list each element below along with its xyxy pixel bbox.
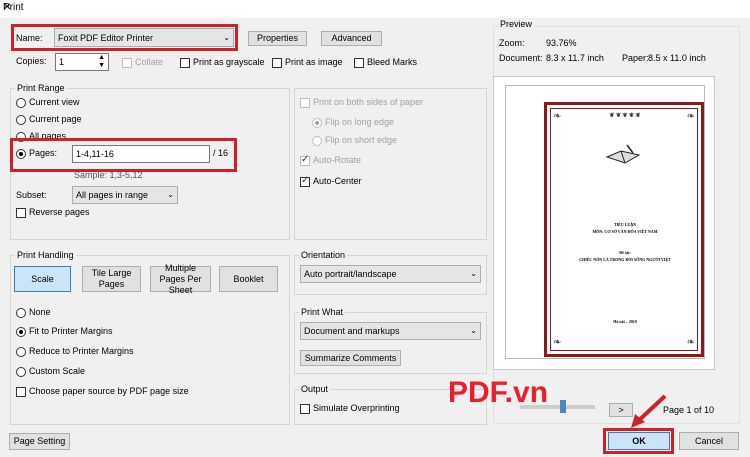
pages-sample: Sample: 1,3-5,12 <box>74 170 143 180</box>
grayscale-label: Print as grayscale <box>193 57 265 67</box>
page-slider-thumb[interactable] <box>560 400 566 413</box>
zoom-label: Zoom: <box>499 38 525 48</box>
print-what-title: Print What <box>299 307 346 317</box>
simulate-overprinting-checkbox[interactable] <box>300 404 310 414</box>
doc-line-2: MÔN: CƠ SỞ VĂN HÓA VIỆT NAM <box>592 229 658 234</box>
fit-margins-radio[interactable] <box>16 327 26 337</box>
properties-button[interactable]: Properties <box>248 31 307 46</box>
current-view-label: Current view <box>29 97 80 107</box>
orientation-select[interactable]: Auto portrait/landscape ⌄ <box>300 265 481 283</box>
orientation-select-value: Auto portrait/landscape <box>304 269 397 279</box>
long-edge-radio[interactable] <box>312 118 322 128</box>
current-view-radio[interactable] <box>16 98 26 108</box>
subset-select-value: All pages in range <box>76 190 149 200</box>
paper-source-checkbox[interactable] <box>16 387 26 397</box>
subset-select[interactable]: All pages in range ⌄ <box>72 186 178 204</box>
scale-button[interactable]: Scale <box>14 266 71 292</box>
book-illustration <box>603 139 643 169</box>
long-edge-label: Flip on long edge <box>325 117 395 127</box>
grayscale-checkbox[interactable] <box>180 58 190 68</box>
copies-value: 1 <box>59 57 65 67</box>
current-page-label: Current page <box>29 114 82 124</box>
title-bar: Print ✕ <box>0 0 750 18</box>
bleed-marks-label: Bleed Marks <box>367 57 418 67</box>
document-inner-border: ❦ ❦ ❦ ❦ ❦ TIỂU LUẬN MÔN: CƠ SỞ VĂN HÓA V… <box>550 108 698 351</box>
subset-label: Subset: <box>16 190 47 200</box>
bleed-marks-checkbox[interactable] <box>354 58 364 68</box>
paper-size-value: 8.5 x 11.0 inch <box>648 53 706 63</box>
auto-rotate-checkbox[interactable] <box>300 154 310 166</box>
watermark: PDF.vn <box>448 376 549 409</box>
highlight-pages <box>10 138 237 172</box>
chevron-down-icon: ⌄ <box>167 190 174 200</box>
summarize-comments-button[interactable]: Summarize Comments <box>300 350 401 366</box>
spinner-icon[interactable]: ▲ ▼ <box>98 54 105 70</box>
document-size-value: 8.3 x 11.7 inch <box>546 53 604 63</box>
arrow-icon <box>625 392 670 432</box>
chevron-down-icon: ⌄ <box>470 269 477 279</box>
scale-none-label: None <box>29 307 51 317</box>
auto-center-label: Auto-Center <box>313 176 362 186</box>
advanced-button[interactable]: Advanced <box>321 31 382 46</box>
short-edge-radio[interactable] <box>312 136 322 146</box>
corner-ornament-icon: ❧ <box>686 111 695 122</box>
reduce-margins-radio[interactable] <box>16 347 26 357</box>
chevron-down-icon: ⌄ <box>470 326 477 336</box>
cancel-button[interactable]: Cancel <box>679 432 739 450</box>
reverse-pages-label: Reverse pages <box>29 207 90 217</box>
zoom-value: 93.76% <box>546 38 577 48</box>
output-title: Output <box>299 384 331 394</box>
custom-scale-radio[interactable] <box>16 367 26 377</box>
simulate-overprinting-label: Simulate Overprinting <box>313 403 400 413</box>
corner-ornament-icon: ❧ <box>553 111 562 122</box>
print-handling-title: Print Handling <box>15 250 76 260</box>
paper-size-label: Paper: <box>622 53 649 63</box>
corner-ornament-icon: ❧ <box>686 337 695 348</box>
collate-label: Collate <box>135 57 164 67</box>
print-what-select-value: Document and markups <box>304 326 400 336</box>
reverse-pages-checkbox[interactable] <box>16 208 26 218</box>
document-size-label: Document: <box>499 53 543 63</box>
doc-line-1: TIỂU LUẬN <box>613 222 637 227</box>
ornament-top: ❦ ❦ ❦ ❦ ❦ <box>609 113 641 119</box>
close-icon[interactable]: ✕ <box>3 2 744 13</box>
fit-margins-label: Fit to Printer Margins <box>29 326 113 336</box>
paper-source-label: Choose paper source by PDF page size <box>29 386 189 396</box>
reduce-margins-label: Reduce to Printer Margins <box>29 346 134 356</box>
copies-label: Copies: <box>16 56 47 66</box>
print-as-image-label: Print as image <box>285 57 343 67</box>
chevron-right-icon: > <box>618 404 624 415</box>
auto-rotate-label: Auto-Rotate <box>313 155 362 165</box>
highlight-printer <box>11 24 238 51</box>
multiple-pages-button[interactable]: Multiple Pages Per Sheet <box>150 263 211 295</box>
custom-scale-label: Custom Scale <box>29 366 86 376</box>
page-setting-button[interactable]: Page Setting <box>9 433 70 450</box>
preview-title: Preview <box>498 19 535 29</box>
doc-line-5: Hà nội – 2010 <box>613 319 637 324</box>
doc-line-3: Đề tài: <box>619 250 631 255</box>
print-as-image-checkbox[interactable] <box>272 58 282 68</box>
corner-ornament-icon: ❧ <box>553 337 562 348</box>
orientation-title: Orientation <box>299 250 348 260</box>
both-sides-label: Print on both sides of paper <box>313 97 424 107</box>
current-page-radio[interactable] <box>16 115 26 125</box>
print-range-title: Print Range <box>15 83 67 93</box>
auto-center-checkbox[interactable] <box>300 175 310 187</box>
scale-none-radio[interactable] <box>16 308 26 318</box>
tile-large-pages-button[interactable]: Tile Large Pages <box>82 266 141 292</box>
print-what-select[interactable]: Document and markups ⌄ <box>300 322 481 340</box>
copies-input[interactable]: 1 ▲ ▼ <box>55 53 109 71</box>
both-sides-checkbox[interactable] <box>300 98 310 108</box>
collate-checkbox[interactable] <box>122 58 132 68</box>
booklet-button[interactable]: Booklet <box>219 266 278 292</box>
short-edge-label: Flip on short edge <box>325 135 398 145</box>
doc-line-4: CHIẾC NÓN LÁ TRONG ĐỜI SỐNG NGƯỜI VIỆT <box>579 257 671 262</box>
highlight-ok <box>603 428 674 454</box>
page-indicator: Page 1 of 10 <box>663 405 715 415</box>
